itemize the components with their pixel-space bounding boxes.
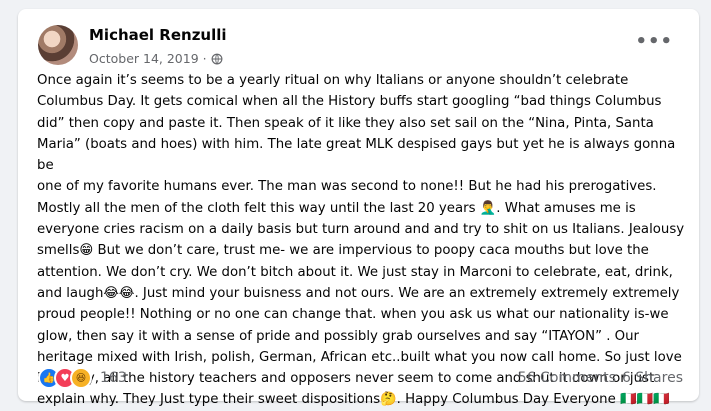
post-card: Michael Renzulli October 14, 2019 · ••• … — [18, 9, 699, 407]
post-footer: 👍 ♥ 😆 163 56 Comments 6 Shares — [38, 365, 683, 391]
meta-separator: · — [202, 51, 207, 66]
post-text: Once again it’s seems to be a yearly rit… — [37, 73, 685, 408]
post-header: Michael Renzulli October 14, 2019 · ••• — [38, 19, 679, 67]
comments-count[interactable]: 56 Comments — [518, 370, 616, 386]
reactions-summary[interactable]: 👍 ♥ 😆 163 — [38, 367, 127, 389]
engagement-counts: 56 Comments 6 Shares — [518, 370, 683, 386]
reaction-count[interactable]: 163 — [100, 370, 127, 386]
ellipsis-icon[interactable]: ••• — [635, 33, 673, 51]
author-name[interactable]: Michael Renzulli — [89, 26, 227, 44]
haha-icon: 😆 — [70, 367, 92, 389]
shares-count[interactable]: 6 Shares — [622, 370, 683, 386]
globe-icon[interactable] — [211, 53, 223, 65]
post-date[interactable]: October 14, 2019 — [89, 51, 199, 66]
avatar[interactable] — [38, 25, 78, 65]
post-meta: October 14, 2019 · — [89, 51, 223, 66]
